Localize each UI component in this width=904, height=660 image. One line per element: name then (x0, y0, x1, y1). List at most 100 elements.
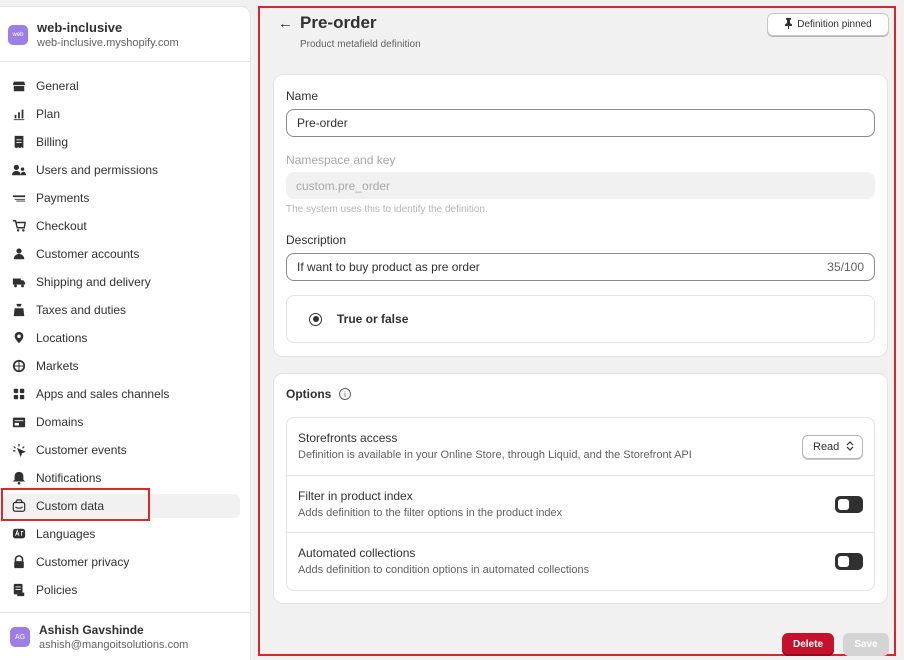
option-name: Storefronts access (298, 431, 398, 445)
location-icon (11, 330, 27, 346)
sidebar-item-label: Customer accounts (36, 247, 140, 261)
sidebar-item-label: Payments (36, 191, 90, 205)
tax-icon (11, 302, 27, 318)
definition-pinned-button[interactable]: Definition pinned (767, 13, 889, 36)
option-storefronts-access: Storefronts access Definition is availab… (287, 418, 874, 475)
toggle-type-icon (309, 312, 322, 326)
store-switcher[interactable]: web web-inclusive web-inclusive.myshopif… (0, 7, 250, 62)
apps-icon (11, 386, 27, 402)
sidebar-item-customer-privacy[interactable]: Customer privacy (0, 548, 250, 576)
name-input[interactable]: Pre-order (286, 109, 875, 137)
chart-icon (11, 106, 27, 122)
namespace-help-text: The system uses this to identify the def… (286, 204, 488, 215)
page-title: Pre-order (300, 13, 377, 32)
sidebar-item-label: Languages (36, 527, 96, 541)
save-button[interactable]: Save (843, 633, 889, 656)
settings-sidebar: web web-inclusive web-inclusive.myshopif… (0, 6, 251, 660)
sidebar-item-users-and-permissions[interactable]: Users and permissions (0, 156, 250, 184)
store-icon (11, 78, 27, 94)
lock-icon (11, 554, 27, 570)
custom-data-highlight (1, 488, 150, 521)
sidebar-item-plan[interactable]: Plan (0, 100, 250, 128)
select-value: Read (813, 441, 840, 453)
option-name: Filter in product index (298, 489, 413, 503)
storefronts-access-select[interactable]: Read (802, 435, 863, 459)
namespace-label: Namespace and key (286, 153, 396, 167)
info-icon[interactable]: i (339, 388, 351, 400)
option-description: Adds definition to condition options in … (298, 564, 590, 576)
character-counter: 35/100 (827, 260, 864, 274)
sidebar-item-label: Customer privacy (36, 555, 130, 569)
person-icon (11, 246, 27, 262)
sidebar-item-label: Domains (36, 415, 84, 429)
sidebar-item-languages[interactable]: Languages (0, 520, 250, 548)
back-arrow-icon[interactable]: ← (278, 15, 293, 32)
namespace-input: custom.pre_order (286, 172, 875, 199)
user-email: ashish@mangoitsolutions.com (39, 639, 189, 651)
sidebar-item-customer-events[interactable]: Customer events (0, 436, 250, 464)
sidebar-item-label: Shipping and delivery (36, 275, 151, 289)
sidebar-item-taxes-and-duties[interactable]: Taxes and duties (0, 296, 250, 324)
option-description: Definition is available in your Online S… (298, 449, 692, 461)
sidebar-item-policies[interactable]: Policies (0, 576, 250, 604)
sidebar-item-locations[interactable]: Locations (0, 324, 250, 352)
store-name: web-inclusive (37, 19, 123, 35)
type-selector[interactable]: True or false (286, 295, 875, 343)
options-title: Options (286, 387, 332, 401)
receipt-icon (11, 134, 27, 150)
options-list: Storefronts access Definition is availab… (286, 417, 875, 591)
name-label: Name (286, 89, 319, 103)
sidebar-item-billing[interactable]: Billing (0, 128, 250, 156)
option-description: Adds definition to the filter options in… (298, 507, 563, 519)
language-icon (11, 526, 27, 542)
page-subtitle: Product metafield definition (300, 39, 421, 50)
description-value: If want to buy product as pre order (297, 260, 480, 274)
sidebar-item-label: General (36, 79, 79, 93)
sidebar-item-markets[interactable]: Markets (0, 352, 250, 380)
policy-icon (11, 582, 27, 598)
type-label: True or false (337, 312, 409, 326)
user-account[interactable]: AG Ashish Gavshinde ashish@mangoitsoluti… (0, 612, 250, 660)
sidebar-item-label: Notifications (36, 471, 102, 485)
sidebar-item-domains[interactable]: Domains (0, 408, 250, 436)
sidebar-item-apps-and-sales-channels[interactable]: Apps and sales channels (0, 380, 250, 408)
sidebar-item-label: Checkout (36, 219, 87, 233)
cart-icon (11, 218, 27, 234)
option-automated-collections: Automated collections Adds definition to… (287, 532, 874, 589)
sidebar-item-label: Markets (36, 359, 79, 373)
sidebar-item-checkout[interactable]: Checkout (0, 212, 250, 240)
sidebar-item-label: Plan (36, 107, 61, 121)
option-filter-product-index: Filter in product index Adds definition … (287, 475, 874, 532)
description-input[interactable]: If want to buy product as pre order 35/1… (286, 253, 875, 281)
sidebar-item-label: Taxes and duties (36, 303, 127, 317)
user-avatar: AG (10, 627, 30, 647)
sidebar-item-label: Customer events (36, 443, 127, 457)
sidebar-item-customer-accounts[interactable]: Customer accounts (0, 240, 250, 268)
domain-icon (11, 414, 27, 430)
pin-label: Definition pinned (797, 19, 872, 30)
sidebar-item-label: Locations (36, 331, 88, 345)
sidebar-item-general[interactable]: General (0, 72, 250, 100)
bell-icon (11, 470, 27, 486)
sidebar-item-shipping-and-delivery[interactable]: Shipping and delivery (0, 268, 250, 296)
users-icon (11, 162, 27, 178)
option-name: Automated collections (298, 546, 416, 560)
store-domain: web-inclusive.myshopify.com (37, 36, 179, 49)
store-avatar: web (8, 25, 28, 45)
description-label: Description (286, 233, 347, 247)
pin-icon (784, 17, 793, 32)
sidebar-item-label: Users and permissions (36, 163, 159, 177)
sidebar-item-payments[interactable]: Payments (0, 184, 250, 212)
payments-icon (11, 190, 27, 206)
delete-button[interactable]: Delete (782, 633, 834, 656)
truck-icon (11, 274, 27, 290)
settings-nav: General Plan Billing Users and permissions P… (0, 72, 250, 604)
automated-collections-toggle[interactable] (835, 553, 863, 570)
filter-index-toggle[interactable] (835, 496, 863, 513)
user-name: Ashish Gavshinde (39, 623, 144, 637)
sidebar-item-label: Apps and sales channels (36, 387, 170, 401)
sidebar-item-label: Billing (36, 135, 69, 149)
globe-icon (11, 358, 27, 374)
cursor-icon (11, 442, 27, 458)
sidebar-item-label: Policies (36, 583, 78, 597)
